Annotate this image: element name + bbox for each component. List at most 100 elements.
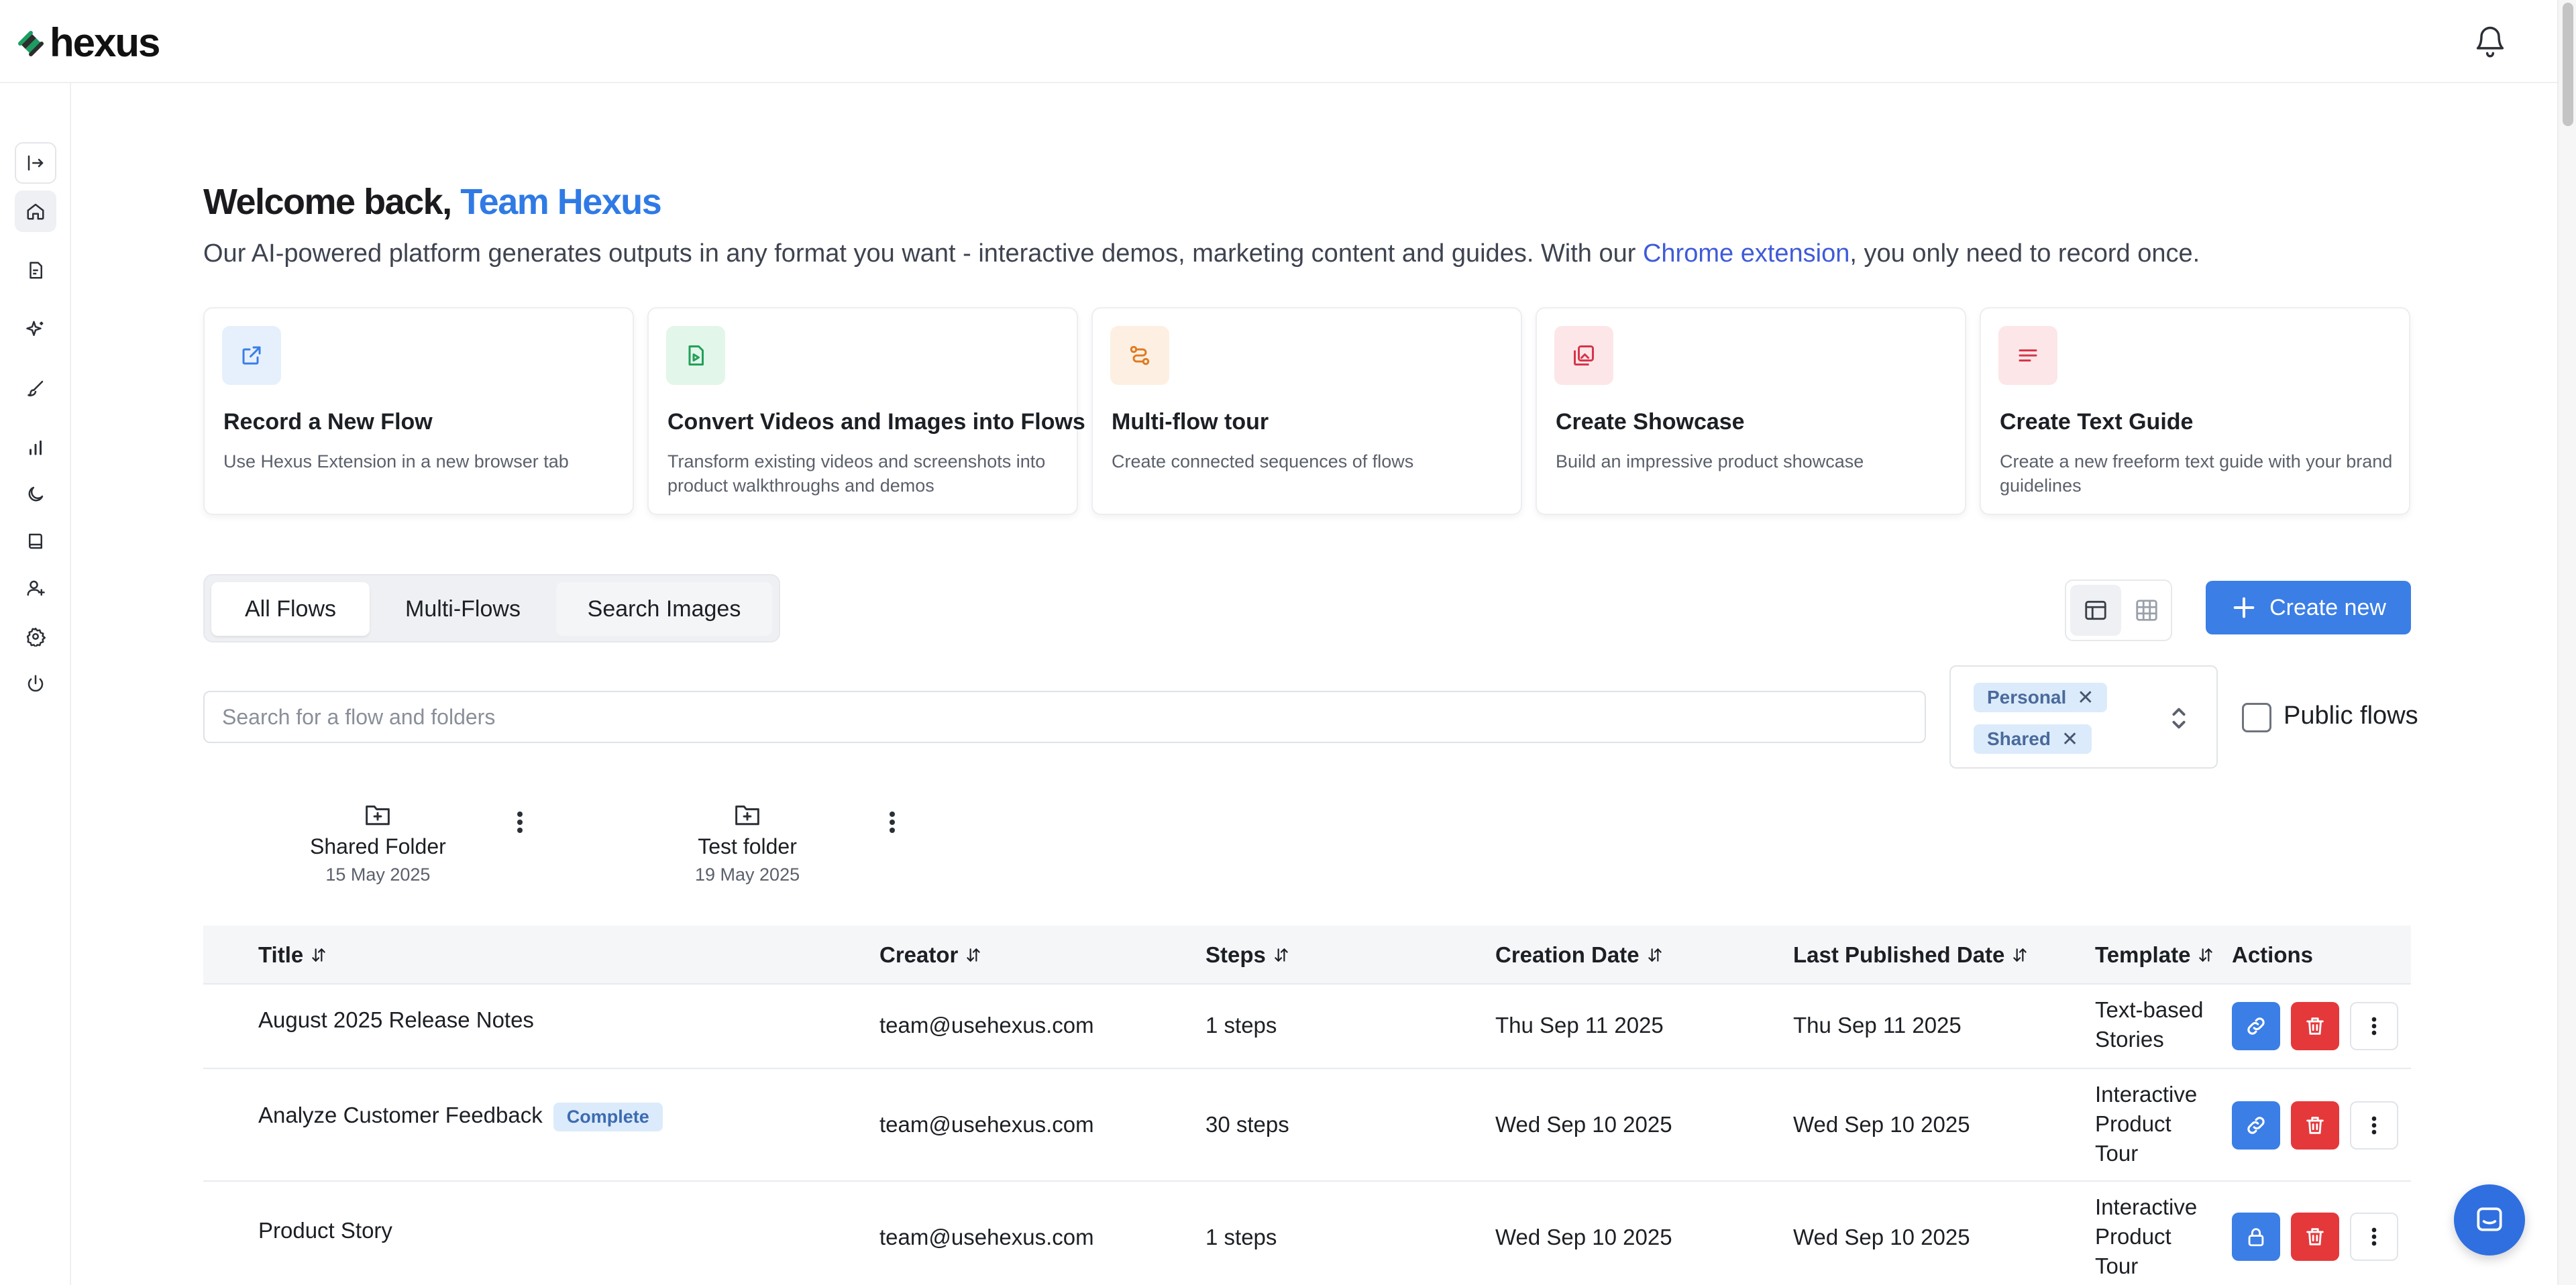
- chevron-up-down-icon[interactable]: [2168, 704, 2190, 732]
- subtitle-text-end: , you only need to record once.: [1849, 239, 2200, 268]
- row-creation-date: Wed Sep 10 2025: [1495, 1225, 1672, 1249]
- card-title: Create Showcase: [1556, 409, 1745, 435]
- delete-button[interactable]: [2291, 1101, 2339, 1150]
- table-row[interactable]: August 2025 Release Notes team@usehexus.…: [203, 985, 2411, 1069]
- column-header-last-published[interactable]: Last Published Date: [1793, 926, 2029, 985]
- folder-icon: [735, 805, 759, 826]
- more-vertical-icon: [2371, 1017, 2377, 1036]
- header-label: Title: [258, 942, 304, 967]
- row-published-date: Wed Sep 10 2025: [1793, 1112, 1970, 1137]
- row-title[interactable]: Analyze Customer Feedback: [258, 1103, 543, 1127]
- row-creator: team@usehexus.com: [879, 1225, 1094, 1249]
- chat-icon: [2477, 1207, 2502, 1231]
- sidebar-item-logout[interactable]: [15, 663, 56, 704]
- delete-button[interactable]: [2291, 1213, 2339, 1261]
- sidebar-item-analytics[interactable]: [15, 427, 56, 468]
- row-template: Interactive Product Tour: [2095, 1194, 2198, 1278]
- row-more-button[interactable]: [2350, 1213, 2398, 1261]
- row-title[interactable]: August 2025 Release Notes: [258, 1007, 534, 1033]
- column-header-template[interactable]: Template: [2095, 926, 2214, 985]
- top-bar: hexus: [0, 0, 2557, 83]
- sort-icon: [1275, 948, 1288, 962]
- more-vertical-icon: [2371, 1227, 2377, 1246]
- copy-link-button[interactable]: [2232, 1002, 2280, 1050]
- grid-view-button[interactable]: [2121, 585, 2172, 636]
- folder-menu-icon[interactable]: [884, 809, 900, 836]
- sidebar: [0, 83, 71, 1285]
- card-create-showcase[interactable]: Create Showcase Build an impressive prod…: [1536, 307, 1966, 515]
- row-creation-date: Thu Sep 11 2025: [1495, 1013, 1664, 1038]
- card-icon-wrap: [1110, 326, 1169, 385]
- sidebar-item-docs[interactable]: [15, 520, 56, 562]
- document-icon: [30, 262, 42, 279]
- row-steps: 1 steps: [1205, 1225, 1277, 1249]
- card-icon-wrap: [666, 326, 725, 385]
- lock-button[interactable]: [2232, 1213, 2280, 1261]
- row-creator: team@usehexus.com: [879, 1013, 1094, 1038]
- table-view-button[interactable]: [2070, 585, 2121, 636]
- table-header: Title Creator Steps Creation Date Last P…: [203, 926, 2411, 985]
- sidebar-item-invite[interactable]: [15, 567, 56, 609]
- row-title[interactable]: Product Story: [258, 1218, 392, 1243]
- sidebar-expand-button[interactable]: [15, 142, 56, 184]
- plus-icon: [2233, 597, 2255, 618]
- expand-sidebar-icon: [28, 155, 44, 171]
- card-title: Record a New Flow: [223, 409, 433, 435]
- card-title: Multi-flow tour: [1112, 409, 1269, 435]
- sidebar-item-settings[interactable]: [15, 616, 56, 657]
- column-header-creator[interactable]: Creator: [879, 926, 982, 985]
- column-header-steps[interactable]: Steps: [1205, 926, 1290, 985]
- chrome-extension-link[interactable]: Chrome extension: [1643, 239, 1849, 268]
- sidebar-item-branding[interactable]: [15, 368, 56, 409]
- sidebar-item-ai[interactable]: [15, 309, 56, 350]
- sidebar-item-theme[interactable]: [15, 473, 56, 515]
- page-subtitle: Our AI-powered platform generates output…: [203, 237, 2200, 270]
- public-flows-checkbox[interactable]: [2242, 703, 2271, 732]
- row-more-button[interactable]: [2350, 1101, 2398, 1150]
- trash-icon: [2306, 1117, 2324, 1134]
- create-new-button[interactable]: Create new: [2206, 581, 2411, 634]
- folder-item[interactable]: Shared Folder 15 May 2025: [310, 802, 446, 885]
- card-icon-wrap: [1554, 326, 1613, 385]
- card-convert-videos[interactable]: Convert Videos and Images into Flows Tra…: [647, 307, 1085, 515]
- tab-search-images[interactable]: Search Images: [556, 582, 772, 636]
- sort-icon: [967, 948, 981, 962]
- row-more-button[interactable]: [2350, 1002, 2398, 1050]
- folder-item[interactable]: Test folder 19 May 2025: [695, 802, 800, 885]
- card-multi-flow-tour[interactable]: Multi-flow tour Create connected sequenc…: [1091, 307, 1522, 515]
- analytics-icon: [30, 440, 42, 455]
- sidebar-item-flows[interactable]: [15, 249, 56, 291]
- notification-bell-icon[interactable]: [2473, 23, 2508, 59]
- row-creator: team@usehexus.com: [879, 1112, 1094, 1137]
- card-record-new-flow[interactable]: Record a New Flow Use Hexus Extension in…: [203, 307, 634, 515]
- sidebar-item-home[interactable]: [15, 190, 56, 232]
- table-row[interactable]: Analyze Customer Feedback Complete team@u…: [203, 1069, 2411, 1182]
- tab-multi-flows[interactable]: Multi-Flows: [376, 582, 549, 636]
- trash-icon: [2306, 1017, 2324, 1035]
- copy-link-button[interactable]: [2232, 1101, 2280, 1150]
- route-icon: [1130, 345, 1150, 366]
- column-header-title[interactable]: Title: [258, 926, 327, 985]
- owner-filter-select[interactable]: Personal ✕ Shared ✕: [1949, 665, 2218, 769]
- card-create-text-guide[interactable]: Create Text Guide Create a new freeform …: [1980, 307, 2410, 515]
- remove-chip-icon[interactable]: ✕: [2077, 686, 2094, 710]
- book-icon: [29, 533, 42, 549]
- chat-launcher-button[interactable]: [2454, 1184, 2525, 1255]
- column-header-creation-date[interactable]: Creation Date: [1495, 926, 1664, 985]
- table-row[interactable]: Product Story team@usehexus.com 1 steps …: [203, 1182, 2411, 1285]
- status-badge: Complete: [553, 1103, 663, 1131]
- sort-icon: [1648, 948, 1662, 962]
- remove-chip-icon[interactable]: ✕: [2061, 728, 2078, 751]
- folder-menu-icon[interactable]: [512, 809, 528, 836]
- search-input[interactable]: Search for a flow and folders: [203, 691, 1926, 743]
- team-name: Team Hexus: [460, 182, 662, 222]
- header-label: Creation Date: [1495, 942, 1640, 967]
- delete-button[interactable]: [2291, 1002, 2339, 1050]
- scrollbar-thumb[interactable]: [2563, 3, 2573, 126]
- table-view-icon: [2085, 600, 2106, 620]
- hexus-logo[interactable]: hexus: [13, 23, 160, 63]
- row-template: Interactive Product Tour: [2095, 1082, 2198, 1166]
- page-scrollbar[interactable]: [2557, 0, 2576, 1285]
- tab-all-flows[interactable]: All Flows: [211, 582, 370, 636]
- header-label: Creator: [879, 942, 959, 967]
